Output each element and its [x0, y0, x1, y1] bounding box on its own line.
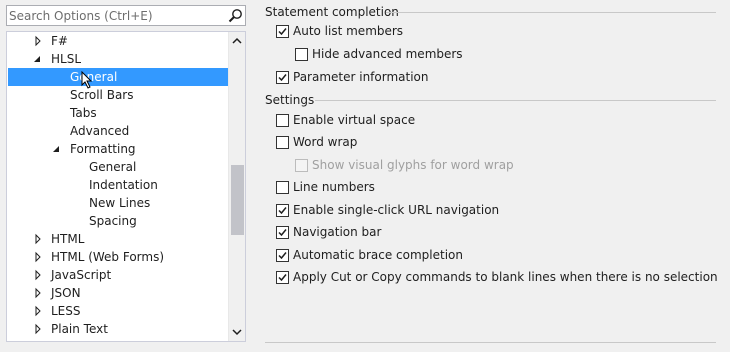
checkbox-label: Parameter information	[293, 70, 429, 84]
checkbox-label: Enable single-click URL navigation	[293, 203, 500, 217]
tree-item-json[interactable]: JSON	[8, 284, 228, 302]
collapse-arrow-icon[interactable]	[33, 50, 43, 68]
tree-item-label: Plain Text	[51, 322, 108, 336]
tree-item-less[interactable]: LESS	[8, 302, 228, 320]
tree-item-indentation[interactable]: Indentation	[8, 176, 228, 194]
tree-item-label: New Lines	[89, 196, 151, 210]
scroll-down-arrow-icon[interactable]	[229, 324, 245, 340]
tree-item-tabs[interactable]: Tabs	[8, 104, 228, 122]
scrollbar-thumb[interactable]	[231, 165, 244, 235]
checkbox-box[interactable]	[276, 25, 289, 38]
checkbox-box[interactable]	[276, 181, 289, 194]
checkbox-label: Word wrap	[293, 135, 358, 149]
tree-item-label: HLSL	[51, 52, 82, 66]
tree-item-new-lines[interactable]: New Lines	[8, 194, 228, 212]
tree-item-label: Tabs	[70, 106, 97, 120]
expand-arrow-icon[interactable]	[33, 32, 43, 50]
tree-item-label: JavaScript	[51, 268, 112, 282]
tree-item-plain-text[interactable]: Plain Text	[8, 320, 228, 338]
group-divider	[315, 100, 716, 101]
checkbox-box[interactable]	[295, 48, 308, 61]
checkbox-box[interactable]	[276, 71, 289, 84]
tree-item-label: Spacing	[89, 214, 137, 228]
search-box[interactable]	[6, 5, 246, 26]
tree-item-label: General	[89, 160, 137, 174]
group-divider	[386, 12, 716, 13]
expand-arrow-icon[interactable]	[33, 248, 43, 266]
checkbox-label: Line numbers	[293, 180, 375, 194]
checkbox-label: Navigation bar	[293, 225, 382, 239]
tree-item-formatting[interactable]: Formatting	[8, 140, 228, 158]
statement-completion-heading: Statement completion	[265, 5, 399, 19]
tree-item-label: Indentation	[89, 178, 158, 192]
tree-item-label: Scroll Bars	[70, 88, 134, 102]
checkbox-label: Apply Cut or Copy commands to blank line…	[293, 270, 718, 284]
checkbox-box[interactable]	[276, 271, 289, 284]
tree-item-html[interactable]: HTML	[8, 230, 228, 248]
tree-item-scroll-bars[interactable]: Scroll Bars	[8, 86, 228, 104]
expand-arrow-icon[interactable]	[33, 284, 43, 302]
tree-item-label: HTML (Web Forms)	[51, 250, 165, 264]
tree-item-html-web-forms[interactable]: HTML (Web Forms)	[8, 248, 228, 266]
expand-arrow-icon[interactable]	[33, 302, 43, 320]
checkbox-box[interactable]	[276, 204, 289, 217]
tree-item-label: F#	[51, 34, 68, 48]
tree-item-label: Advanced	[70, 124, 130, 138]
settings-heading: Settings	[265, 93, 315, 107]
tree-item-label: HTML	[51, 232, 85, 246]
checkbox-label: Enable virtual space	[293, 113, 416, 127]
checkbox-label: Auto list members	[293, 24, 404, 38]
expand-arrow-icon[interactable]	[33, 230, 43, 248]
tree-item-javascript[interactable]: JavaScript	[8, 266, 228, 284]
tree-item-label: LESS	[51, 304, 81, 318]
tree-item-hlsl[interactable]: HLSL	[8, 50, 228, 68]
checkbox-box[interactable]	[276, 249, 289, 262]
tree-item-advanced[interactable]: Advanced	[8, 122, 228, 140]
search-input[interactable]	[9, 7, 221, 24]
collapse-arrow-icon[interactable]	[52, 140, 62, 158]
search-icon[interactable]	[228, 8, 243, 23]
checkbox-box[interactable]	[276, 226, 289, 239]
options-tree[interactable]: F# HLSL General Scroll Bars Tabs Advance…	[6, 31, 246, 342]
tree-item-fsharp[interactable]: F#	[8, 32, 228, 50]
expand-arrow-icon[interactable]	[33, 320, 43, 338]
checkbox-label: Automatic brace completion	[293, 248, 464, 262]
checkbox-box[interactable]	[276, 136, 289, 149]
checkbox-label: Show visual glyphs for word wrap	[312, 158, 514, 172]
bottom-divider	[265, 342, 716, 343]
checkbox-label: Hide advanced members	[312, 47, 463, 61]
tree-item-label: JSON	[51, 286, 81, 300]
tree-item-formatting-general[interactable]: General	[8, 158, 228, 176]
checkbox-box[interactable]	[276, 114, 289, 127]
tree-scrollbar[interactable]	[228, 32, 245, 341]
tree-item-hlsl-general[interactable]: General	[8, 68, 228, 86]
expand-arrow-icon[interactable]	[33, 266, 43, 284]
tree-item-spacing[interactable]: Spacing	[8, 212, 228, 230]
tree-item-label: General	[70, 70, 118, 84]
tree-item-label: Formatting	[70, 142, 136, 156]
scroll-up-arrow-icon[interactable]	[229, 33, 245, 49]
checkbox-box[interactable]	[295, 159, 308, 172]
